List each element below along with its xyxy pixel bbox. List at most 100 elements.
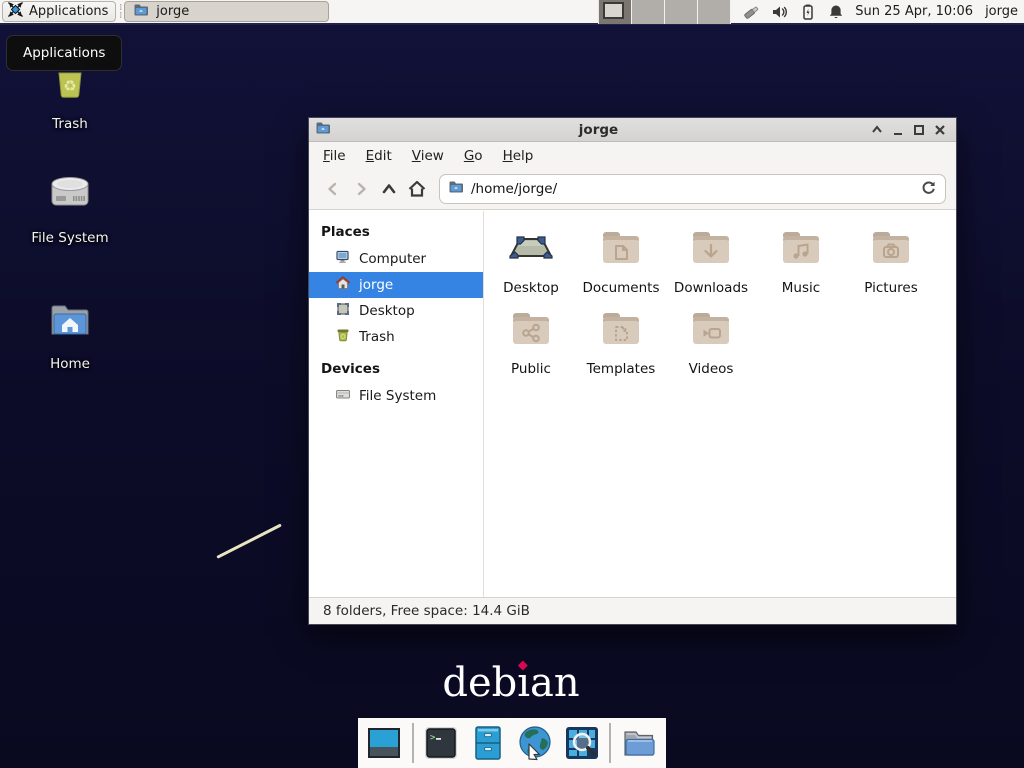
window-body: Places Computer [309, 211, 956, 597]
web-browser-button[interactable] [515, 722, 554, 764]
show-desktop-button[interactable] [365, 722, 404, 764]
sidebar-item-label: Computer [359, 251, 426, 267]
menubar: File Edit View Go Help [309, 142, 956, 169]
menu-file[interactable]: File [313, 144, 356, 168]
reload-button[interactable] [920, 179, 937, 200]
sidebar-item-desktop[interactable]: Desktop [309, 298, 483, 324]
file-list-view[interactable]: Desktop Documents [484, 211, 956, 597]
menu-go[interactable]: Go [454, 144, 493, 168]
folder-music-icon [777, 223, 825, 275]
folder-item-videos[interactable]: Videos [666, 304, 756, 377]
icon-grid: Desktop Documents [484, 211, 956, 385]
folder-pictures-icon [867, 223, 915, 275]
maximize-button[interactable] [908, 121, 929, 139]
toolbar: /home/jorge/ [309, 169, 956, 210]
folder-label: Documents [583, 280, 660, 296]
sidebar-item-trash[interactable]: Trash [309, 324, 483, 350]
drive-small-icon [335, 386, 351, 406]
sidebar-item-jorge[interactable]: jorge [309, 272, 483, 298]
folder-label: Templates [587, 361, 656, 377]
folder-item-documents[interactable]: Documents [576, 223, 666, 296]
desktop-surface-icon [507, 223, 555, 275]
taskbar-window-button[interactable]: jorge [124, 1, 329, 22]
folder-label: Desktop [503, 280, 559, 296]
folder-label: Public [511, 361, 551, 377]
debian-logo-i: ı [517, 660, 530, 706]
folder-item-pictures[interactable]: Pictures [846, 223, 936, 296]
close-button[interactable] [929, 121, 950, 139]
applications-menu-label: Applications [29, 4, 108, 19]
taskbar-window-label: jorge [156, 4, 189, 19]
window-folder-icon [315, 120, 331, 140]
statusbar: 8 folders, Free space: 14.4 GiB [309, 597, 956, 624]
panel-handle[interactable]: ⁞⁞ [119, 4, 121, 20]
directory-menu-button[interactable] [619, 722, 659, 764]
trash-small-icon [335, 327, 351, 347]
titlebar[interactable]: jorge [309, 118, 956, 142]
xfce-applications-icon [7, 1, 24, 22]
debian-logo: debıan [442, 660, 579, 706]
desktop-icon-home[interactable]: Home [18, 296, 122, 372]
top-panel: Applications ⁞⁞ jorge [0, 0, 1024, 25]
folder-label: Music [782, 280, 820, 296]
desktop-icon-label: Trash [52, 116, 88, 132]
volume-icon[interactable] [771, 3, 789, 21]
folder-item-downloads[interactable]: Downloads [666, 223, 756, 296]
debian-logo-text: deb [442, 660, 517, 706]
folder-item-music[interactable]: Music [756, 223, 846, 296]
removable-media-icon[interactable] [743, 3, 761, 21]
hard-drive-icon [45, 170, 95, 224]
folder-window-icon [133, 2, 149, 22]
workspace-pager [598, 0, 731, 24]
terminal-button[interactable]: > [422, 722, 461, 764]
desktop-icon-label: Home [50, 356, 90, 372]
folder-item-templates[interactable]: Templates [576, 304, 666, 377]
stray-line-artifact [216, 523, 282, 558]
forward-button[interactable] [347, 175, 375, 203]
dock-separator [412, 723, 414, 763]
desktop-icon [335, 301, 351, 321]
sidebar-item-label: Trash [359, 329, 395, 345]
desktop-icon-file-system[interactable]: File System [18, 170, 122, 246]
file-cabinet-button[interactable] [469, 722, 508, 764]
back-button[interactable] [319, 175, 347, 203]
path-folder-icon [448, 179, 464, 199]
panel-clock[interactable]: Sun 25 Apr, 10:06 [855, 4, 973, 19]
panel-username[interactable]: jorge [985, 4, 1018, 19]
sidebar-header-devices: Devices [309, 356, 483, 383]
path-bar[interactable]: /home/jorge/ [439, 174, 946, 204]
home-folder-icon [45, 296, 95, 350]
workspace-4[interactable] [698, 0, 731, 24]
debian-logo-text: an [530, 660, 580, 706]
notifications-bell-icon[interactable] [827, 3, 845, 21]
system-tray [743, 3, 845, 21]
applications-menu-button[interactable]: Applications [2, 1, 116, 22]
sidebar-header-places: Places [309, 219, 483, 246]
svg-text:>: > [430, 733, 436, 743]
folder-item-desktop[interactable]: Desktop [486, 223, 576, 296]
computer-icon [335, 249, 351, 269]
desktop: Applications ⁞⁞ jorge [0, 0, 1024, 768]
home-button[interactable] [403, 175, 431, 203]
sidebar-item-computer[interactable]: Computer [309, 246, 483, 272]
workspace-window-preview [603, 2, 624, 19]
application-finder-button[interactable] [562, 722, 601, 764]
workspace-2[interactable] [632, 0, 665, 24]
sidebar-item-file-system[interactable]: File System [309, 383, 483, 409]
path-input[interactable]: /home/jorge/ [471, 181, 920, 197]
folder-templates-icon [597, 304, 645, 356]
dock-separator [609, 723, 611, 763]
menu-help[interactable]: Help [493, 144, 544, 168]
folder-item-public[interactable]: Public [486, 304, 576, 377]
up-button[interactable] [375, 175, 403, 203]
bottom-dock: > [358, 718, 666, 768]
battery-charging-icon[interactable] [799, 3, 817, 21]
sidebar-item-label: File System [359, 388, 436, 404]
folder-label: Pictures [864, 280, 917, 296]
menu-edit[interactable]: Edit [356, 144, 402, 168]
workspace-3[interactable] [665, 0, 698, 24]
menu-view[interactable]: View [402, 144, 454, 168]
minimize-button[interactable] [887, 121, 908, 139]
shade-button[interactable] [866, 121, 887, 139]
workspace-1[interactable] [599, 0, 632, 24]
